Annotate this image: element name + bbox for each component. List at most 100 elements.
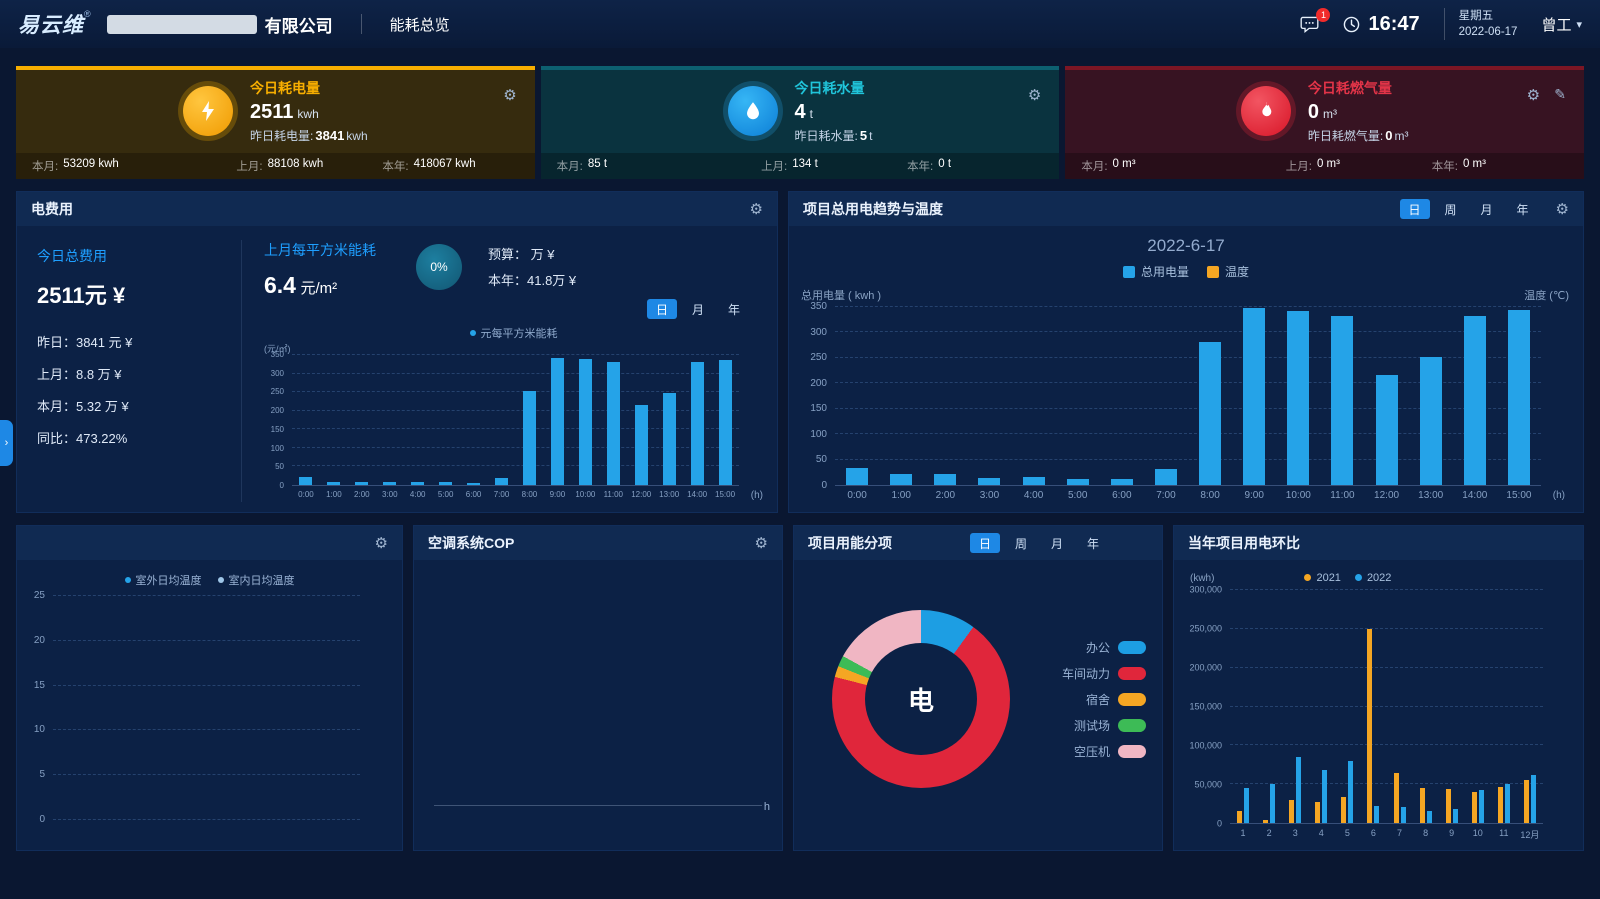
bar	[1244, 788, 1249, 823]
kpi-stat-last-month: 上月:134 t	[761, 158, 907, 174]
kpi-title: 今日耗电量	[250, 78, 368, 98]
x-tick-label: 12月	[1517, 824, 1543, 840]
cost-stat-last-month: 上月：8.8 万 ¥	[37, 364, 241, 383]
y-tick-label: 25	[34, 591, 45, 601]
tab-0[interactable]: 日	[647, 299, 677, 319]
y-tick-label: 150,000	[1189, 703, 1222, 712]
tab-0[interactable]: 日	[1400, 199, 1430, 219]
sidebar-expand-toggle[interactable]: ›	[0, 420, 13, 466]
x-tick-label: 7:00	[1144, 486, 1188, 502]
tab-2[interactable]: 月	[1042, 533, 1072, 553]
message-icon[interactable]: 1	[1300, 16, 1319, 33]
bar	[1199, 342, 1221, 485]
budget-gauge: 0%	[416, 244, 462, 290]
legend-item-宿舍[interactable]: 宿舍	[1062, 691, 1146, 708]
tab-0[interactable]: 日	[970, 533, 1000, 553]
x-axis-unit: (h)	[751, 490, 763, 501]
settings-icon[interactable]: ⚙	[755, 534, 768, 552]
legend-item-办公[interactable]: 办公	[1062, 639, 1146, 656]
y-tick-label: 15	[34, 681, 45, 691]
legend-swatch-icon	[1118, 719, 1146, 732]
legend-item-测试场[interactable]: 测试场	[1062, 717, 1146, 734]
y-tick-label: 0	[280, 482, 284, 490]
tab-3[interactable]: 年	[1508, 199, 1538, 219]
bar	[579, 359, 592, 485]
cost-stat-month: 本月：5.32 万 ¥	[37, 396, 241, 415]
bar-group	[1056, 307, 1100, 485]
legend-item-车间动力[interactable]: 车间动力	[1062, 665, 1146, 682]
gas-flame-icon	[1241, 86, 1291, 136]
bar-group	[516, 355, 544, 485]
kpi-stat-year: 本年:0 m³	[1432, 158, 1568, 174]
x-tick-label: 6:00	[1100, 486, 1144, 502]
bar-group	[432, 355, 460, 485]
top-header: 易云维 ® 有限公司 能耗总览 1 16:47 星期五 2022-06-17	[0, 0, 1600, 48]
bar	[1243, 308, 1265, 485]
tab-2[interactable]: 月	[1472, 199, 1502, 219]
kpi-stat-month: 本月:85 t	[557, 158, 761, 174]
legend-item-2021[interactable]: 2021	[1304, 572, 1340, 584]
bar	[1498, 787, 1503, 823]
kpi-row: ⚙ 今日耗电量 2511kwh 昨日耗电量:3841kwh 本月:53209 k…	[16, 66, 1584, 179]
tab-1[interactable]: 周	[1006, 533, 1036, 553]
nav-item-energy-overview[interactable]: 能耗总览	[390, 14, 450, 35]
settings-icon[interactable]: ⚙	[1028, 86, 1041, 104]
tab-3[interactable]: 年	[1078, 533, 1108, 553]
water-icon	[728, 86, 778, 136]
x-tick-label: 5:00	[1056, 486, 1100, 502]
bar	[523, 391, 536, 485]
x-axis: 0:001:002:003:004:005:006:007:008:009:00…	[292, 486, 739, 502]
y-axis: 350300250200150100500	[264, 355, 292, 486]
y-tick-label: 0	[821, 481, 827, 491]
x-tick-label: 1:00	[879, 486, 923, 502]
bar	[1270, 784, 1275, 823]
tab-1[interactable]: 周	[1436, 199, 1466, 219]
legend-item-空压机[interactable]: 空压机	[1062, 743, 1146, 760]
legend-item-outdoor[interactable]: 室外日均温度	[125, 572, 202, 588]
settings-icon[interactable]: ⚙	[503, 86, 516, 104]
tab-1[interactable]: 月	[683, 299, 713, 319]
bar	[1446, 789, 1451, 823]
bar	[1524, 780, 1529, 823]
legend-swatch-icon	[1118, 667, 1146, 680]
user-menu[interactable]: 曾工 ▾	[1541, 14, 1582, 35]
legend-label: 办公	[1086, 639, 1110, 656]
x-tick-label: 15:00	[711, 486, 739, 502]
legend-label: 宿舍	[1086, 691, 1110, 708]
bar-group	[1256, 590, 1282, 823]
x-tick-label: 12:00	[627, 486, 655, 502]
kpi-stat-last-month: 上月:88108 kwh	[236, 158, 382, 174]
cost-bar-chart: 3503002502001501005000:001:002:003:004:0…	[264, 355, 757, 502]
budget-text: 预算： 万 ¥	[488, 242, 576, 268]
settings-icon[interactable]: ⚙	[750, 200, 763, 218]
donut-hole: 电	[865, 643, 977, 755]
donut-legend: 办公车间动力宿舍测试场空压机	[1062, 639, 1152, 760]
bar-group	[1276, 307, 1320, 485]
x-axis-unit: (h)	[1553, 490, 1565, 501]
legend-item-temperature[interactable]: 温度	[1207, 263, 1249, 280]
kpi-stats-strip: 本月:0 m³ 上月:0 m³ 本年:0 m³	[1065, 153, 1584, 179]
tab-2[interactable]: 年	[719, 299, 749, 319]
cost-chart-legend: 元每平方米能耗	[264, 325, 763, 341]
legend-item-2022[interactable]: 2022	[1355, 572, 1391, 584]
edit-icon[interactable]: ✎	[1554, 86, 1566, 103]
bar	[355, 482, 368, 485]
bar-group	[1497, 307, 1541, 485]
x-tick-label: 13:00	[655, 486, 683, 502]
legend-item-indoor[interactable]: 室内日均温度	[218, 572, 295, 588]
legend-item-total[interactable]: 总用电量	[1123, 263, 1189, 280]
bar-group	[460, 355, 488, 485]
bar-group	[879, 307, 923, 485]
y-tick-label: 50,000	[1194, 781, 1222, 790]
settings-icon[interactable]: ⚙	[375, 534, 388, 552]
legend-square-icon	[1207, 266, 1219, 278]
settings-icon[interactable]: ⚙	[1556, 200, 1569, 218]
x-tick-label: 3:00	[967, 486, 1011, 502]
trend-bar-chart: 3503002502001501005000:001:002:003:004:0…	[799, 307, 1567, 502]
split-period-tabs: 日周月年	[970, 533, 1108, 553]
y-axis-unit: (元/㎡)	[264, 342, 291, 355]
bar-group	[292, 355, 320, 485]
x-tick-label: 1	[1230, 824, 1256, 840]
settings-icon[interactable]: ⚙	[1527, 86, 1540, 104]
panel-title: 当年项目用电环比	[1188, 533, 1300, 553]
